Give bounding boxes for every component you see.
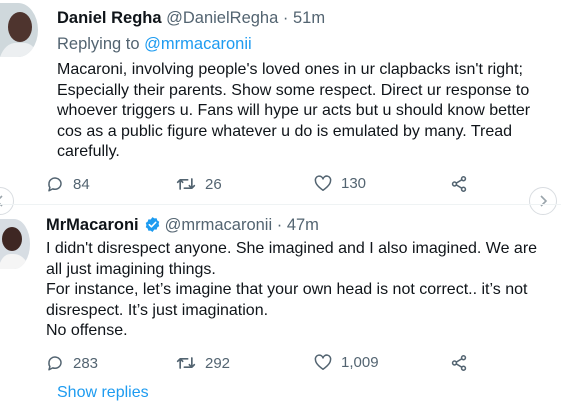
share-button[interactable] xyxy=(450,354,477,372)
retweet-button[interactable]: 26 xyxy=(176,175,222,193)
comment-icon xyxy=(48,177,62,192)
retweet-button[interactable]: 292 xyxy=(176,354,230,372)
share-icon xyxy=(451,355,467,371)
tweet-line: whoever triggers u. Fans will hype ur ac… xyxy=(57,102,531,119)
avatar[interactable] xyxy=(0,3,38,57)
reply-handle-link[interactable]: @mrmacaronii xyxy=(144,35,252,53)
reply-button[interactable]: 283 xyxy=(46,354,98,372)
display-name[interactable]: Daniel Regha xyxy=(57,9,162,27)
reply-count: 283 xyxy=(73,354,99,372)
tweet-header: Daniel Regha @DanielRegha · 51m xyxy=(57,9,325,28)
retweet-icon xyxy=(176,357,196,369)
tweet-line: I didn't disrespect anyone. She imagined… xyxy=(46,240,538,257)
heart-icon xyxy=(314,354,332,370)
show-replies-link[interactable]: Show replies xyxy=(57,384,149,402)
timestamp[interactable]: 51m xyxy=(293,9,325,27)
share-button[interactable] xyxy=(450,175,477,193)
timestamp[interactable]: 47m xyxy=(287,216,319,234)
replying-to-label: Replying to xyxy=(57,35,140,53)
tweet-text: I didn't disrespect anyone. She imagined… xyxy=(46,239,561,342)
handle[interactable]: @mrmacaronii xyxy=(165,216,273,234)
replying-to: Replying to @mrmacaronii xyxy=(57,35,252,54)
retweet-count: 26 xyxy=(205,175,222,193)
tweet-line: all just imagining things. xyxy=(46,260,216,278)
tweet-mrmacaroni[interactable]: MrMacaroni @mrmacaronii · 47m I didn't di… xyxy=(0,205,561,404)
separator: · xyxy=(282,9,289,27)
comment-icon xyxy=(48,356,62,371)
like-count: 130 xyxy=(341,175,367,192)
like-count: 1,009 xyxy=(341,354,379,371)
tweet-actions: 283 292 1,009 xyxy=(46,354,516,376)
tweet-text: Macaroni, involving people's loved ones … xyxy=(57,60,530,163)
retweet-icon xyxy=(176,178,196,190)
separator: · xyxy=(276,216,283,234)
share-icon xyxy=(451,176,467,192)
heart-icon xyxy=(314,175,332,191)
tweet-line: cos as a public figure whatever u do is … xyxy=(57,122,513,140)
tweet-line: Especially their parents. Show some resp… xyxy=(57,81,530,99)
handle[interactable]: @DanielRegha xyxy=(166,9,278,27)
tweet-line: For instance, let’s imagine that your ow… xyxy=(46,281,528,298)
reply-button[interactable]: 84 xyxy=(46,175,90,193)
like-button[interactable]: 1,009 xyxy=(314,354,379,371)
tweet-line: No offense. xyxy=(46,322,128,339)
avatar[interactable] xyxy=(0,219,30,269)
retweet-count: 292 xyxy=(205,354,231,372)
tweet-header: MrMacaroni @mrmacaronii · 47m xyxy=(46,216,319,235)
tweet-line: Macaroni, involving people's loved ones … xyxy=(57,61,523,78)
like-button[interactable]: 130 xyxy=(314,175,366,192)
tweet-actions: 84 26 130 xyxy=(46,175,516,197)
reply-count: 84 xyxy=(73,175,90,193)
display-name[interactable]: MrMacaroni xyxy=(46,216,139,234)
tweet-line: disrespect. It’s just imagination. xyxy=(46,301,269,319)
verified-badge-icon xyxy=(145,217,159,232)
tweet-daniel-regha[interactable]: Daniel Regha @DanielRegha · 51m Replying… xyxy=(0,0,561,200)
tweet-line: carefully. xyxy=(57,143,120,160)
